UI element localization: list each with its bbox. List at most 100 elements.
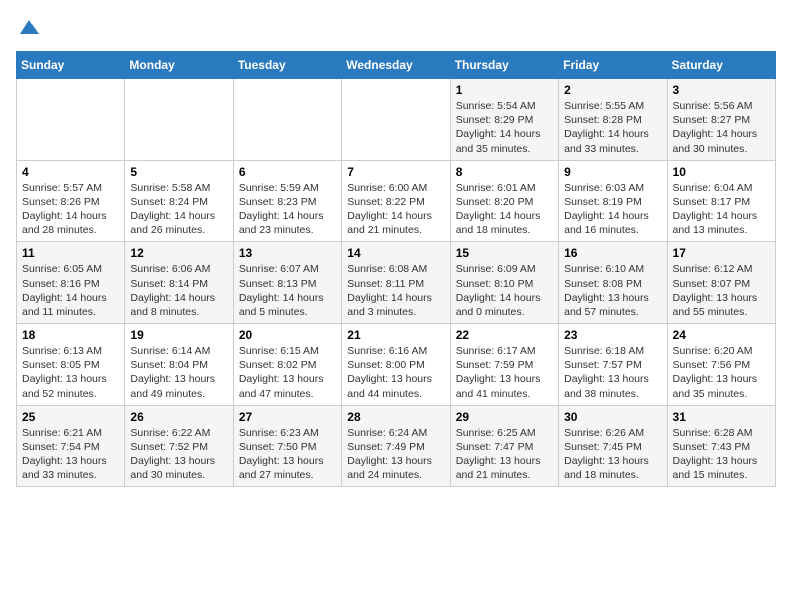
day-number: 19 [130,328,227,342]
day-info: Sunrise: 6:03 AMSunset: 8:19 PMDaylight:… [564,181,661,238]
day-info: Sunrise: 6:18 AMSunset: 7:57 PMDaylight:… [564,344,661,401]
day-info: Sunrise: 5:56 AMSunset: 8:27 PMDaylight:… [673,99,770,156]
day-info: Sunrise: 6:21 AMSunset: 7:54 PMDaylight:… [22,426,119,483]
calendar-cell: 11 Sunrise: 6:05 AMSunset: 8:16 PMDayligh… [17,242,125,324]
day-number: 21 [347,328,444,342]
calendar-cell: 1 Sunrise: 5:54 AMSunset: 8:29 PMDaylight… [450,79,558,161]
day-info: Sunrise: 6:09 AMSunset: 8:10 PMDaylight:… [456,262,553,319]
col-header-friday: Friday [559,52,667,79]
day-number: 7 [347,165,444,179]
day-number: 11 [22,246,119,260]
logo-icon [18,16,40,38]
day-info: Sunrise: 6:00 AMSunset: 8:22 PMDaylight:… [347,181,444,238]
calendar-cell: 28 Sunrise: 6:24 AMSunset: 7:49 PMDayligh… [342,405,450,487]
day-info: Sunrise: 6:26 AMSunset: 7:45 PMDaylight:… [564,426,661,483]
calendar-cell: 5 Sunrise: 5:58 AMSunset: 8:24 PMDaylight… [125,160,233,242]
day-info: Sunrise: 6:07 AMSunset: 8:13 PMDaylight:… [239,262,336,319]
day-info: Sunrise: 5:57 AMSunset: 8:26 PMDaylight:… [22,181,119,238]
day-info: Sunrise: 6:01 AMSunset: 8:20 PMDaylight:… [456,181,553,238]
calendar-cell: 6 Sunrise: 5:59 AMSunset: 8:23 PMDaylight… [233,160,341,242]
day-number: 13 [239,246,336,260]
calendar-cell [125,79,233,161]
day-number: 23 [564,328,661,342]
day-info: Sunrise: 6:15 AMSunset: 8:02 PMDaylight:… [239,344,336,401]
calendar-cell: 31Sunrise: 6:28 AMSunset: 7:43 PMDayligh… [667,405,775,487]
day-info: Sunrise: 5:58 AMSunset: 8:24 PMDaylight:… [130,181,227,238]
day-number: 9 [564,165,661,179]
calendar-cell: 19 Sunrise: 6:14 AMSunset: 8:04 PMDayligh… [125,324,233,406]
col-header-tuesday: Tuesday [233,52,341,79]
day-number: 27 [239,410,336,424]
calendar-cell: 22 Sunrise: 6:17 AMSunset: 7:59 PMDayligh… [450,324,558,406]
day-info: Sunrise: 6:22 AMSunset: 7:52 PMDaylight:… [130,426,227,483]
calendar-cell [17,79,125,161]
calendar-cell: 23 Sunrise: 6:18 AMSunset: 7:57 PMDayligh… [559,324,667,406]
day-number: 26 [130,410,227,424]
day-number: 17 [673,246,770,260]
day-number: 29 [456,410,553,424]
day-info: Sunrise: 6:04 AMSunset: 8:17 PMDaylight:… [673,181,770,238]
calendar-cell: 10 Sunrise: 6:04 AMSunset: 8:17 PMDayligh… [667,160,775,242]
calendar-cell: 30 Sunrise: 6:26 AMSunset: 7:45 PMDayligh… [559,405,667,487]
calendar-cell [342,79,450,161]
calendar-cell: 14 Sunrise: 6:08 AMSunset: 8:11 PMDayligh… [342,242,450,324]
col-header-saturday: Saturday [667,52,775,79]
calendar-cell: 2 Sunrise: 5:55 AMSunset: 8:28 PMDaylight… [559,79,667,161]
calendar-cell: 16 Sunrise: 6:10 AMSunset: 8:08 PMDayligh… [559,242,667,324]
calendar-cell: 13 Sunrise: 6:07 AMSunset: 8:13 PMDayligh… [233,242,341,324]
day-info: Sunrise: 6:14 AMSunset: 8:04 PMDaylight:… [130,344,227,401]
day-number: 4 [22,165,119,179]
calendar-cell: 21 Sunrise: 6:16 AMSunset: 8:00 PMDayligh… [342,324,450,406]
day-number: 20 [239,328,336,342]
day-info: Sunrise: 6:05 AMSunset: 8:16 PMDaylight:… [22,262,119,319]
day-number: 2 [564,83,661,97]
calendar-cell: 4 Sunrise: 5:57 AMSunset: 8:26 PMDaylight… [17,160,125,242]
calendar-cell: 9 Sunrise: 6:03 AMSunset: 8:19 PMDaylight… [559,160,667,242]
day-number: 30 [564,410,661,424]
day-number: 10 [673,165,770,179]
day-number: 5 [130,165,227,179]
calendar-cell: 3 Sunrise: 5:56 AMSunset: 8:27 PMDaylight… [667,79,775,161]
calendar-cell: 18 Sunrise: 6:13 AMSunset: 8:05 PMDayligh… [17,324,125,406]
day-info: Sunrise: 5:54 AMSunset: 8:29 PMDaylight:… [456,99,553,156]
day-info: Sunrise: 6:17 AMSunset: 7:59 PMDaylight:… [456,344,553,401]
day-number: 24 [673,328,770,342]
calendar-cell [233,79,341,161]
day-info: Sunrise: 5:59 AMSunset: 8:23 PMDaylight:… [239,181,336,238]
calendar-cell: 7 Sunrise: 6:00 AMSunset: 8:22 PMDaylight… [342,160,450,242]
day-info: Sunrise: 6:12 AMSunset: 8:07 PMDaylight:… [673,262,770,319]
day-number: 3 [673,83,770,97]
day-info: Sunrise: 6:13 AMSunset: 8:05 PMDaylight:… [22,344,119,401]
col-header-monday: Monday [125,52,233,79]
col-header-wednesday: Wednesday [342,52,450,79]
calendar-cell: 15 Sunrise: 6:09 AMSunset: 8:10 PMDayligh… [450,242,558,324]
day-number: 22 [456,328,553,342]
calendar-table: SundayMondayTuesdayWednesdayThursdayFrid… [16,51,776,487]
calendar-cell: 27 Sunrise: 6:23 AMSunset: 7:50 PMDayligh… [233,405,341,487]
col-header-thursday: Thursday [450,52,558,79]
day-number: 1 [456,83,553,97]
day-number: 16 [564,246,661,260]
day-info: Sunrise: 5:55 AMSunset: 8:28 PMDaylight:… [564,99,661,156]
day-number: 31 [673,410,770,424]
day-number: 14 [347,246,444,260]
day-info: Sunrise: 6:23 AMSunset: 7:50 PMDaylight:… [239,426,336,483]
day-number: 6 [239,165,336,179]
calendar-cell: 12 Sunrise: 6:06 AMSunset: 8:14 PMDayligh… [125,242,233,324]
day-info: Sunrise: 6:25 AMSunset: 7:47 PMDaylight:… [456,426,553,483]
day-info: Sunrise: 6:16 AMSunset: 8:00 PMDaylight:… [347,344,444,401]
calendar-cell: 25 Sunrise: 6:21 AMSunset: 7:54 PMDayligh… [17,405,125,487]
day-number: 18 [22,328,119,342]
day-number: 25 [22,410,119,424]
calendar-cell: 29 Sunrise: 6:25 AMSunset: 7:47 PMDayligh… [450,405,558,487]
day-info: Sunrise: 6:06 AMSunset: 8:14 PMDaylight:… [130,262,227,319]
day-number: 28 [347,410,444,424]
day-info: Sunrise: 6:24 AMSunset: 7:49 PMDaylight:… [347,426,444,483]
day-info: Sunrise: 6:20 AMSunset: 7:56 PMDaylight:… [673,344,770,401]
day-number: 8 [456,165,553,179]
day-number: 15 [456,246,553,260]
day-number: 12 [130,246,227,260]
day-info: Sunrise: 6:10 AMSunset: 8:08 PMDaylight:… [564,262,661,319]
day-info: Sunrise: 6:08 AMSunset: 8:11 PMDaylight:… [347,262,444,319]
calendar-cell: 24 Sunrise: 6:20 AMSunset: 7:56 PMDayligh… [667,324,775,406]
